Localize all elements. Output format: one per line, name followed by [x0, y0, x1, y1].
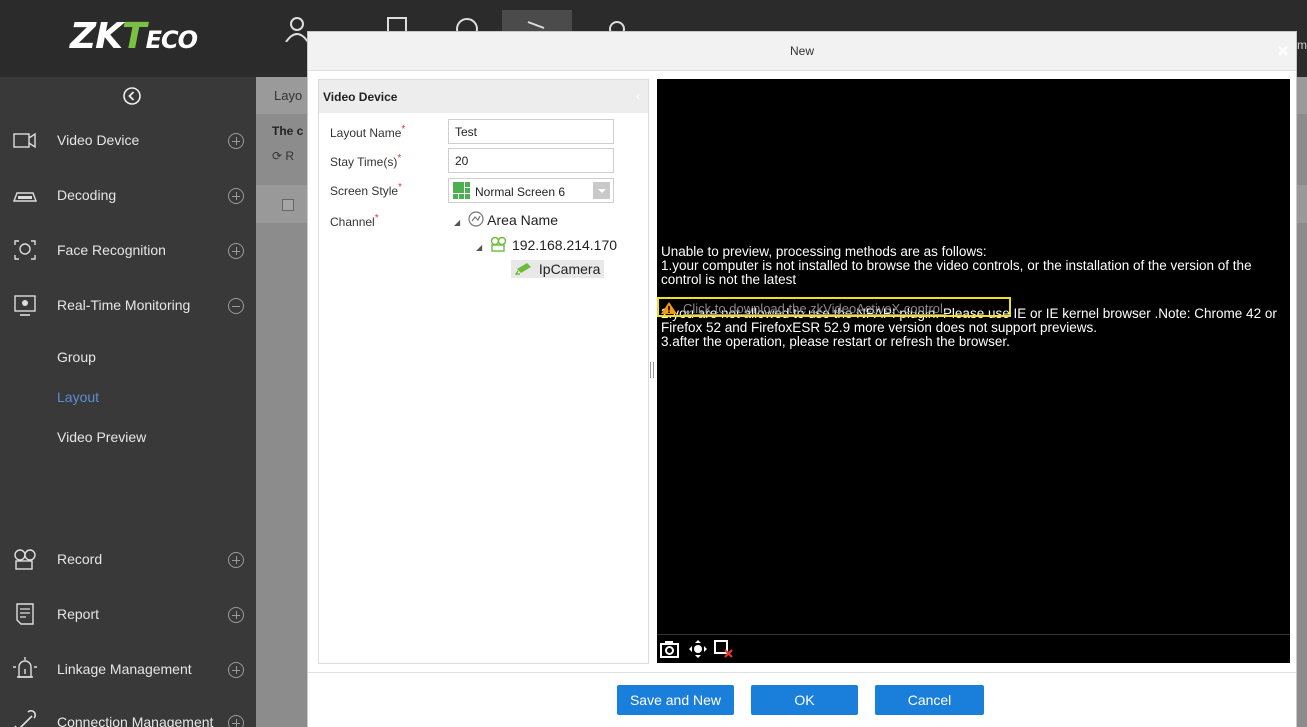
channel-label: Channel*: [330, 213, 379, 229]
stay-time-label: Stay Time(s)*: [330, 153, 402, 169]
header-user-text: m: [1297, 38, 1307, 52]
video-preview-pane: Unable to preview, processing methods ar…: [657, 79, 1290, 663]
cancel-button[interactable]: Cancel: [875, 685, 984, 715]
alarm-icon: [13, 657, 37, 678]
video-device-panel: Video Device ‹ Layout Name* Test Stay Ti…: [318, 79, 649, 664]
expand-toggle-icon[interactable]: [228, 715, 244, 727]
stay-time-input[interactable]: 20: [448, 148, 614, 173]
sidebar-item-video-device[interactable]: Video Device: [0, 120, 256, 160]
sidebar-item-real-time-monitoring[interactable]: Real-Time Monitoring: [0, 285, 256, 325]
layout-name-label: Layout Name*: [330, 124, 406, 140]
collapse-panel-icon[interactable]: ‹: [636, 89, 640, 103]
select-all-checkbox[interactable]: [282, 199, 294, 211]
monitor-icon: [14, 295, 36, 316]
tab-layout[interactable]: Layo: [274, 88, 302, 103]
screen-layout-icon: [453, 182, 470, 199]
sidebar-subitem-group[interactable]: Group: [57, 349, 96, 365]
refresh-button[interactable]: ⟳ R: [272, 149, 294, 163]
left-sidebar: Video Device Decoding Face Recognition R…: [0, 77, 256, 727]
sidebar-subitem-layout[interactable]: Layout: [57, 389, 99, 405]
panel-resize-handle[interactable]: [650, 362, 654, 378]
tree-toggle-icon[interactable]: ◢: [476, 243, 482, 252]
link-icon: [14, 710, 37, 727]
report-icon: [16, 603, 34, 625]
sidebar-item-report[interactable]: Report: [0, 594, 256, 634]
nvr-device-icon: [490, 236, 507, 252]
collapse-sidebar-icon[interactable]: [122, 86, 142, 106]
layout-name-input[interactable]: Test: [448, 119, 614, 144]
face-scan-icon: [14, 240, 36, 260]
decoder-icon: [12, 192, 38, 202]
dialog-footer: Save and New OK Cancel: [308, 672, 1296, 727]
expand-toggle-icon[interactable]: [228, 607, 244, 623]
ip-camera-icon: [514, 263, 531, 275]
ok-button[interactable]: OK: [751, 685, 858, 715]
download-activex-link[interactable]: Click to download the zkVideoActiveX con…: [657, 297, 1011, 317]
screen-style-select[interactable]: Normal Screen 6: [448, 178, 614, 203]
sidebar-item-record[interactable]: Record: [0, 539, 256, 579]
screen-style-label: Screen Style*: [330, 182, 402, 198]
close-video-icon[interactable]: [713, 639, 735, 659]
chevron-down-icon[interactable]: [593, 182, 610, 199]
expand-toggle-icon[interactable]: [228, 133, 244, 149]
video-toolbar: [657, 634, 1290, 663]
page-notice: The c: [272, 124, 304, 138]
tree-toggle-icon[interactable]: ◢: [454, 218, 460, 227]
record-icon: [14, 549, 36, 570]
snapshot-icon[interactable]: [659, 639, 681, 659]
warning-icon: [661, 302, 677, 314]
tree-node-area[interactable]: ◢ Area Name: [454, 211, 558, 228]
new-layout-dialog: New × Video Device ‹ Layout Name* Test S…: [307, 31, 1297, 727]
expand-toggle-icon[interactable]: [228, 243, 244, 259]
sidebar-item-connection-management[interactable]: Connection Management: [0, 702, 256, 727]
expand-toggle-icon[interactable]: [228, 662, 244, 678]
tree-node-device[interactable]: ◢ 192.168.214.170: [476, 236, 617, 253]
area-icon: [468, 211, 484, 227]
sidebar-item-decoding[interactable]: Decoding: [0, 175, 256, 215]
sidebar-subitem-video-preview[interactable]: Video Preview: [57, 429, 146, 445]
ptz-control-icon[interactable]: [687, 639, 709, 659]
dialog-title: New: [308, 32, 1296, 71]
close-icon[interactable]: ×: [1274, 42, 1292, 60]
camera-icon: [13, 132, 36, 149]
zkteco-logo: ZKTECO: [70, 16, 198, 57]
sidebar-item-linkage-management[interactable]: Linkage Management: [0, 649, 256, 689]
panel-header: Video Device ‹: [319, 80, 648, 113]
sidebar-item-face-recognition[interactable]: Face Recognition: [0, 230, 256, 270]
save-and-new-button[interactable]: Save and New: [617, 685, 734, 715]
expand-toggle-icon[interactable]: [228, 188, 244, 204]
panel-title: Video Device: [323, 90, 398, 104]
tree-node-camera[interactable]: IpCamera: [511, 260, 605, 278]
expand-toggle-icon[interactable]: [228, 552, 244, 568]
collapse-toggle-icon[interactable]: [228, 298, 244, 314]
